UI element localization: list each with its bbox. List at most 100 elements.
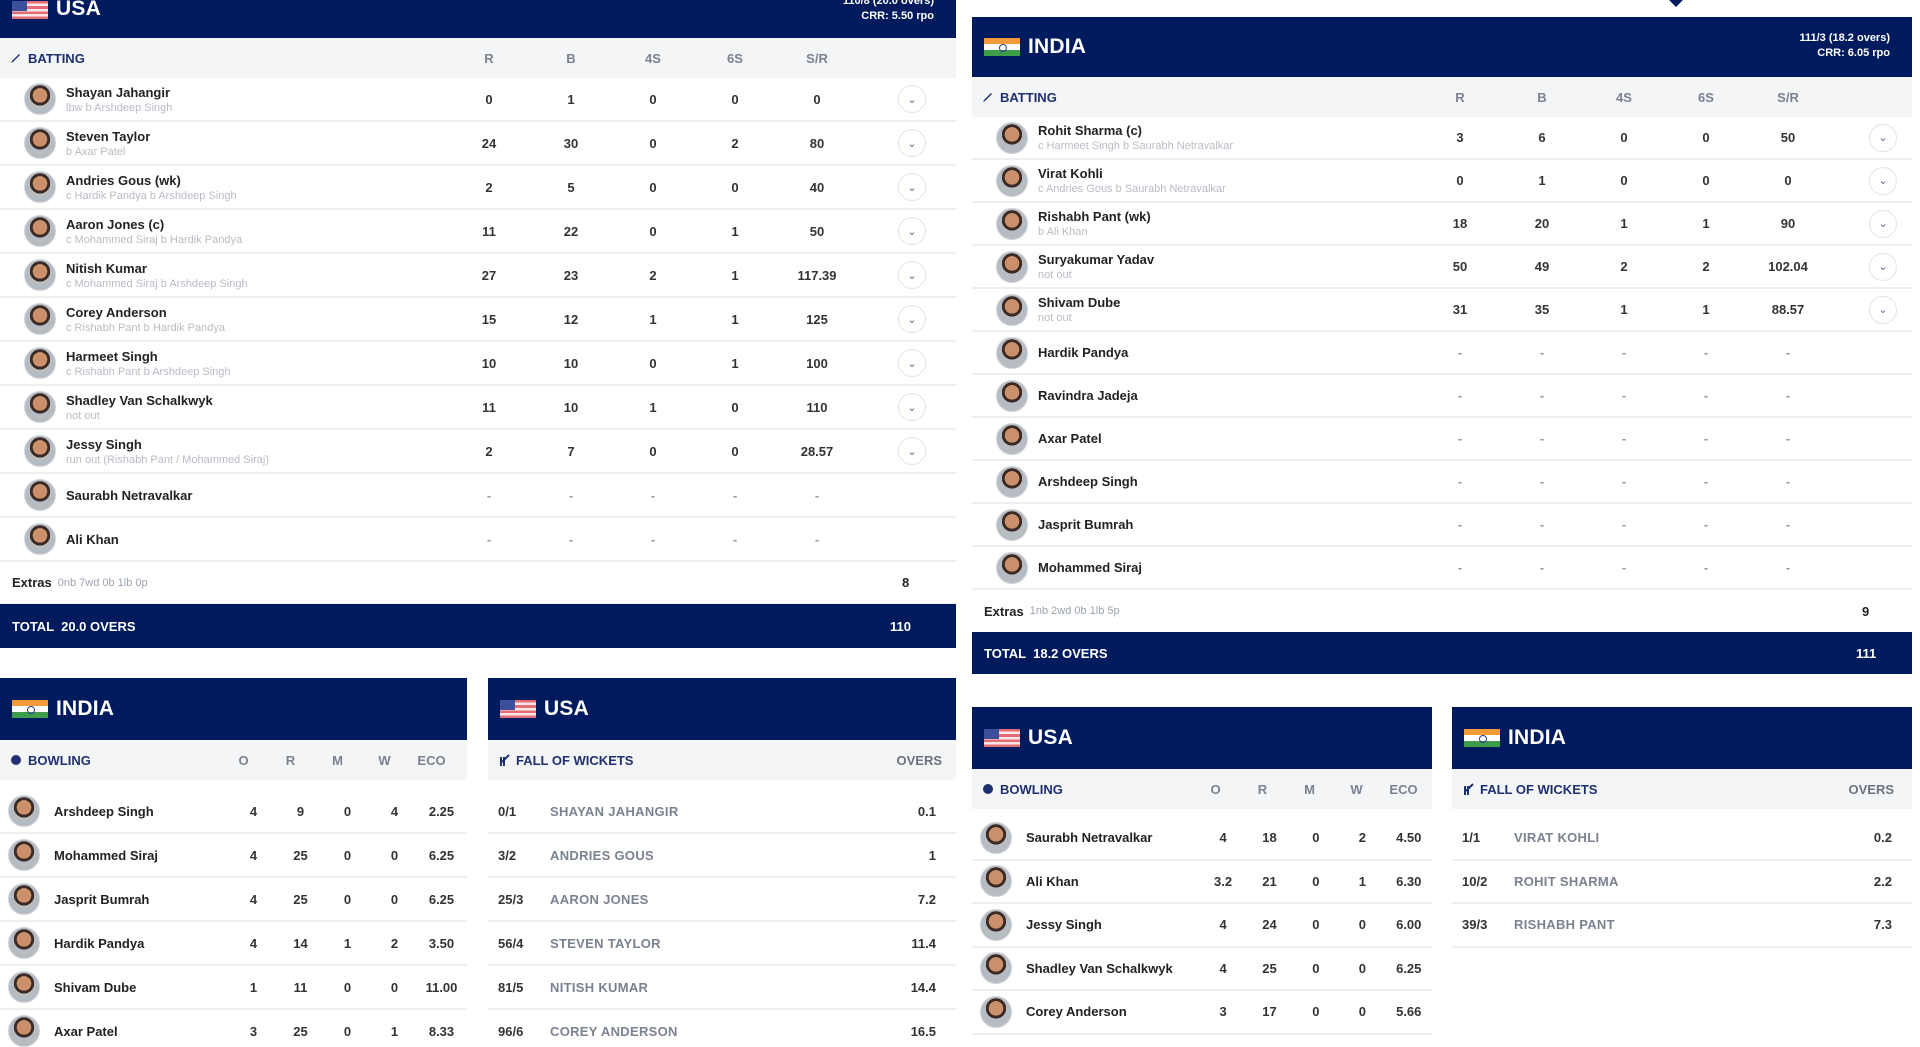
player-name[interactable]: Nitish Kumar — [66, 261, 448, 276]
chevron-down-icon[interactable]: ⌄ — [898, 261, 926, 289]
player-info: Steven Taylor b Axar Patel — [66, 129, 448, 158]
player-name[interactable]: Axar Patel — [1038, 431, 1419, 446]
chevron-down-icon[interactable]: ⌄ — [898, 393, 926, 421]
player-name[interactable]: Hardik Pandya — [54, 936, 230, 951]
fow-player-name[interactable]: STEVEN TAYLOR — [550, 936, 911, 951]
chevron-down-icon[interactable]: ⌄ — [1869, 209, 1897, 238]
stat-r: 25 — [1262, 960, 1277, 976]
stat-sixes: 2 — [1702, 259, 1710, 274]
player-name[interactable]: Jasprit Bumrah — [1038, 517, 1419, 532]
fow-player-name[interactable]: ANDRIES GOUS — [550, 848, 929, 863]
column-header: ECO — [1389, 781, 1418, 797]
chevron-down-icon[interactable]: ⌄ — [1869, 295, 1897, 324]
player-name[interactable]: Rishabh Pant (wk) — [1038, 209, 1419, 224]
chevron-down-icon[interactable]: ⌄ — [898, 349, 926, 377]
chevron-down-icon[interactable]: ⌄ — [898, 305, 926, 333]
chevron-down-icon[interactable]: ⌄ — [1869, 123, 1897, 152]
fow-player-name[interactable]: SHAYAN JAHANGIR — [550, 804, 918, 819]
player-name[interactable]: Shadley Van Schalkwyk — [66, 393, 448, 408]
player-name[interactable]: Arshdeep Singh — [1038, 474, 1419, 489]
chevron-down-icon[interactable]: ⌄ — [898, 85, 926, 113]
player-name[interactable]: Shadley Van Schalkwyk — [1026, 961, 1200, 976]
player-name[interactable]: Jasprit Bumrah — [54, 892, 230, 907]
chevron-down-icon[interactable]: ⌄ — [898, 437, 926, 465]
player-name[interactable]: Axar Patel — [54, 1024, 230, 1039]
player-name[interactable]: Corey Anderson — [1026, 1004, 1200, 1019]
player-name[interactable]: Shivam Dube — [1038, 295, 1419, 310]
player-name[interactable]: Andries Gous (wk) — [66, 173, 448, 188]
player-name[interactable]: Ali Khan — [1026, 874, 1200, 889]
stat-b: 12 — [563, 311, 579, 327]
batter-row: Mohammed Siraj - - - - - — [972, 547, 1912, 590]
stat-sixes: 1 — [1702, 302, 1710, 317]
player-name[interactable]: Arshdeep Singh — [54, 804, 230, 819]
player-name[interactable]: Jessy Singh — [1026, 917, 1200, 932]
dismissal-text: c Andries Gous b Saurabh Netravalkar — [1038, 183, 1226, 195]
player-name[interactable]: Jessy Singh — [66, 437, 448, 452]
player-name[interactable]: Aaron Jones (c) — [66, 217, 448, 232]
dismissal-text: run out (Rishabh Pant / Mohammed Siraj) — [66, 453, 269, 466]
player-info: Hardik Pandya — [1038, 345, 1419, 360]
player-name[interactable]: Shivam Dube — [54, 980, 230, 995]
team-name: INDIA — [1508, 726, 1567, 749]
fow-player-name[interactable]: COREY ANDERSON — [550, 1024, 911, 1039]
india-fow-card: INDIA FALL OF WICKETS OVERS 1/1 VIRAT KOH… — [1452, 707, 1912, 948]
india-fow-header: INDIA — [1452, 707, 1912, 769]
chevron-down-icon[interactable]: ⌄ — [898, 173, 926, 201]
stat-w: 2 — [1358, 830, 1366, 846]
fow-player-name[interactable]: RISHABH PANT — [1514, 917, 1874, 932]
score-line: 111/3 (18.2 overs) — [1799, 32, 1890, 44]
stat-eco: 5.66 — [1396, 1004, 1422, 1020]
crr-line: CRR: 6.05 rpo — [1817, 47, 1890, 59]
fow-score: 10/2 — [1462, 873, 1488, 889]
stat-r: 24 — [481, 135, 497, 151]
stat-m: 0 — [343, 979, 352, 995]
chevron-down-icon[interactable]: ⌄ — [898, 217, 926, 245]
stat-m: 0 — [1312, 873, 1320, 889]
bowling-rows: Saurabh Netravalkar 4 18 0 2 4.50 Ali Khan 3.2 2… — [972, 809, 1432, 1035]
player-name[interactable]: Suryakumar Yadav — [1038, 252, 1419, 267]
chevron-down-icon[interactable]: ⌄ — [1869, 252, 1897, 281]
stat-fours: 2 — [1620, 259, 1628, 274]
batter-row: Jessy Singh run out (Rishabh Pant / Moham… — [0, 430, 956, 474]
player-name[interactable]: Shayan Jahangir — [66, 85, 448, 100]
player-name[interactable]: Ravindra Jadeja — [1038, 388, 1419, 403]
fow-over: 1 — [928, 847, 936, 863]
stat-w: 1 — [1358, 873, 1366, 889]
player-name[interactable]: Corey Anderson — [66, 305, 448, 320]
stat-fours: - — [1621, 517, 1627, 532]
fow-player-name[interactable]: NITISH KUMAR — [550, 980, 911, 995]
player-name[interactable]: Ali Khan — [66, 532, 448, 547]
stat-b: 20 — [1534, 216, 1550, 231]
extras-row: Extras 1nb 2wd 0b 1lb 5p 9 — [972, 590, 1912, 632]
batting-columns: R B 4S 6S S/R — [1419, 90, 1829, 105]
player-avatar — [24, 523, 56, 555]
fow-over: 0.2 — [1873, 830, 1892, 846]
player-name[interactable]: Steven Taylor — [66, 129, 448, 144]
stat-sixes: - — [732, 531, 738, 547]
chevron-down-icon[interactable]: ⌄ — [898, 129, 926, 157]
player-avatar — [8, 1015, 40, 1047]
stat-sr: - — [1785, 345, 1791, 360]
player-name[interactable]: Saurabh Netravalkar — [66, 488, 448, 503]
stat-r: 11 — [293, 979, 308, 995]
team-name: INDIA — [56, 697, 115, 720]
player-name[interactable]: Harmeet Singh — [66, 349, 448, 364]
player-name[interactable]: Hardik Pandya — [1038, 345, 1419, 360]
player-avatar — [8, 927, 40, 959]
player-name[interactable]: Mohammed Siraj — [1038, 560, 1419, 575]
batter-row: Shayan Jahangir lbw b Arshdeep Singh 0 1 0 0 0… — [0, 78, 956, 122]
fow-player-name[interactable]: AARON JONES — [550, 892, 918, 907]
fow-player-name[interactable]: VIRAT KOHLI — [1514, 830, 1874, 845]
fow-player-name[interactable]: ROHIT SHARMA — [1514, 874, 1874, 889]
chevron-down-icon[interactable]: ⌄ — [1869, 166, 1897, 195]
player-name[interactable]: Mohammed Siraj — [54, 848, 230, 863]
stat-b: - — [568, 531, 574, 547]
player-avatar — [996, 465, 1028, 498]
player-name[interactable]: Rohit Sharma (c) — [1038, 123, 1419, 138]
bowling-columns: O R M W ECO — [220, 753, 455, 768]
stat-fours: 0 — [649, 179, 657, 195]
stat-fours: 0 — [1620, 173, 1628, 188]
player-name[interactable]: Saurabh Netravalkar — [1026, 830, 1200, 845]
player-name[interactable]: Virat Kohli — [1038, 166, 1419, 181]
